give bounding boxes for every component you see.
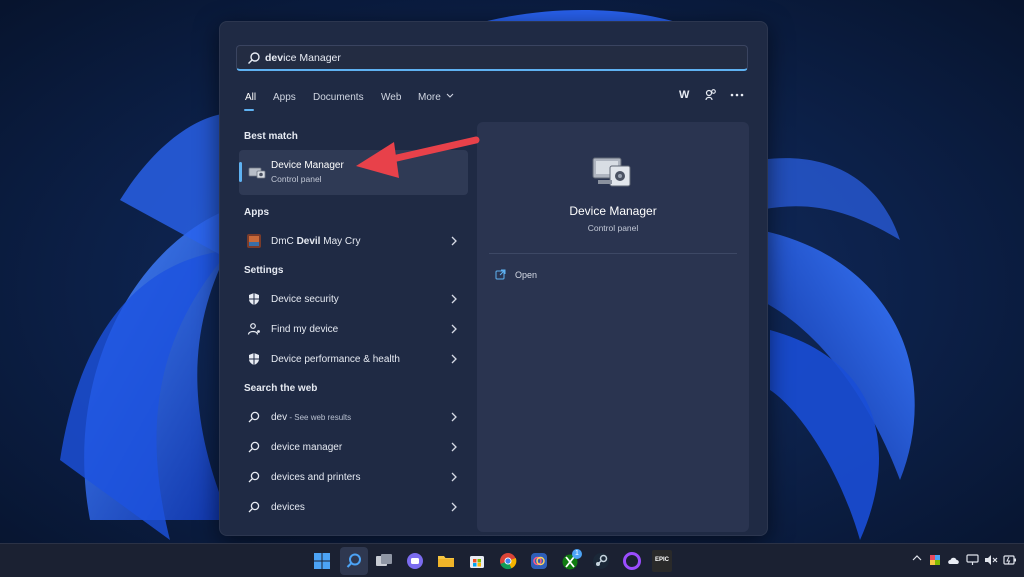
tab-more[interactable]: More [418,92,454,103]
chevron-up-icon[interactable] [912,554,922,562]
dmc-game-icon [247,234,261,248]
chevron-right-icon [451,236,457,246]
web-result-device-manager[interactable]: device manager [239,434,468,460]
chevron-right-icon [451,324,457,334]
shield-icon [249,353,259,365]
more-options-icon[interactable] [730,92,744,98]
chevron-down-icon [446,93,453,98]
tab-documents[interactable]: Documents [313,92,364,103]
account-button[interactable]: W [679,89,689,101]
connected-devices-icon[interactable] [704,88,718,102]
settings-result-device-performance[interactable]: Device performance & health [239,346,468,372]
settings-result-label: Device security [271,294,339,305]
web-result-devices[interactable]: devices [239,494,468,520]
best-match-result[interactable]: Device Manager Control panel [239,150,468,195]
notification-badge: 1 [572,549,582,559]
filter-bar: All Apps Documents Web More [236,90,748,111]
search-icon [248,441,260,453]
chevron-right-icon [451,442,457,452]
search-taskbar-button[interactable] [340,547,368,575]
section-best-match: Best match [244,131,298,142]
settings-result-label: Find my device [271,324,339,335]
section-settings: Settings [244,265,284,276]
web-result-label: devices and printers [271,472,361,483]
device-manager-icon [248,167,266,179]
result-detail-pane: Device Manager Control panel Open [477,122,749,532]
selection-indicator [239,162,242,182]
search-icon [248,411,260,423]
web-result-devices-and-printers[interactable]: devices and printers [239,464,468,490]
cloud-icon[interactable] [947,554,961,566]
open-external-icon [495,269,506,280]
steam-icon[interactable] [590,550,612,572]
app-result-dmc[interactable]: DmC Devil May Cry [239,228,468,254]
chrome-icon[interactable] [497,550,519,572]
file-explorer-icon[interactable] [435,550,457,572]
tab-apps[interactable]: Apps [273,92,296,103]
best-match-subtitle: Control panel [271,174,322,184]
chevron-right-icon [451,412,457,422]
task-view-icon[interactable] [373,550,395,572]
display-network-icon[interactable] [966,554,980,566]
shield-icon [249,293,259,305]
chevron-right-icon [451,502,457,512]
device-manager-icon [592,157,631,187]
active-tab-indicator [244,109,254,111]
person-location-icon [247,323,260,335]
volume-muted-icon[interactable] [984,554,998,566]
web-result-dev[interactable]: dev - See web results [239,404,468,430]
epic-games-icon[interactable]: EPIC [652,550,672,572]
chevron-right-icon [451,472,457,482]
open-action-label: Open [515,270,538,280]
search-box[interactable]: device Manager [236,45,748,71]
detail-title: Device Manager [569,204,657,218]
search-icon [248,501,260,513]
settings-result-label: Device performance & health [271,354,400,365]
color-app-tray-icon[interactable] [929,554,941,566]
taskbar: 1 EPIC [0,543,1024,577]
search-input[interactable]: device Manager [265,52,341,64]
web-result-label: device manager [271,442,343,453]
settings-result-device-security[interactable]: Device security [239,286,468,312]
epic-label: EPIC [654,557,669,563]
detail-subtitle: Control panel [587,223,639,233]
app-result-label: DmC Devil May Cry [271,236,361,247]
chevron-right-icon [451,354,457,364]
web-result-label: dev - See web results [271,412,352,423]
media-app-icon[interactable] [528,550,550,572]
tab-web[interactable]: Web [381,92,401,103]
teams-chat-icon[interactable] [404,550,426,572]
tab-all[interactable]: All [245,92,256,103]
best-match-title: Device Manager [271,160,344,171]
chevron-right-icon [451,294,457,304]
ring-app-icon[interactable] [621,550,643,572]
web-result-label: devices [271,502,305,513]
search-icon [248,471,260,483]
open-action[interactable]: Open [495,268,615,286]
section-search-web: Search the web [244,383,318,394]
start-search-window: device Manager All Apps Documents Web Mo… [219,21,768,536]
settings-result-find-my-device[interactable]: Find my device [239,316,468,342]
battery-charging-icon[interactable] [1003,554,1017,566]
detail-divider [489,253,737,254]
start-button-icon[interactable] [311,550,333,572]
search-icon [346,553,361,568]
section-apps: Apps [244,207,269,218]
search-icon [248,52,260,64]
store-icon[interactable] [466,550,488,572]
